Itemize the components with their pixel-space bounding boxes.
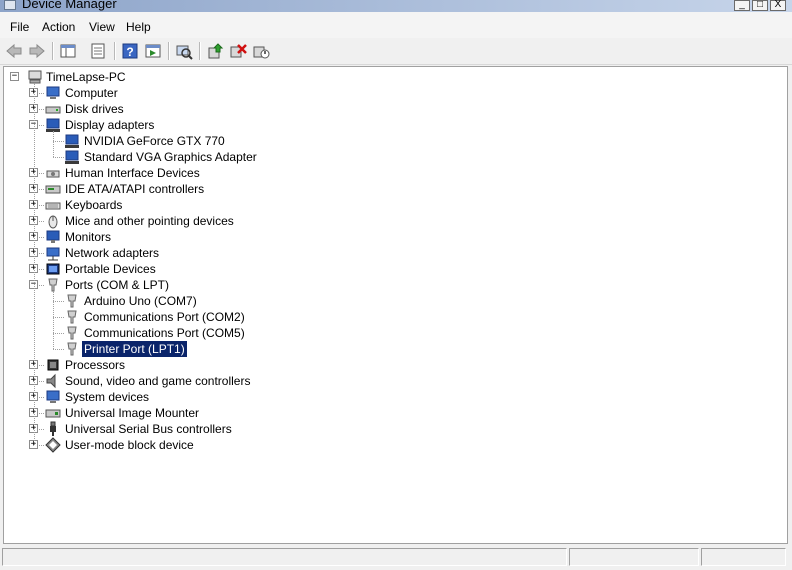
- monitor-icon: [46, 230, 60, 243]
- scan-hardware-icon[interactable]: [175, 42, 193, 60]
- menu-help[interactable]: Help: [126, 20, 151, 34]
- tree-item-label: Universal Serial Bus controllers: [65, 422, 232, 436]
- action-pane-icon[interactable]: [144, 42, 162, 60]
- block-device-icon: [45, 437, 61, 453]
- tree-item-label: Monitors: [65, 230, 112, 244]
- status-pane-main: [2, 548, 567, 566]
- tree-item-label: Computer: [65, 86, 118, 100]
- menu-bar: File Action View Help: [0, 12, 792, 38]
- svg-text:?: ?: [126, 45, 133, 59]
- sound-icon: [46, 373, 56, 389]
- tree-item-label: Keyboards: [65, 198, 123, 212]
- tree-item-label: Processors: [65, 358, 126, 372]
- computer-icon: [46, 86, 60, 99]
- menu-action[interactable]: Action: [42, 20, 75, 34]
- uninstall-icon[interactable]: [229, 42, 247, 60]
- display-child-icon: [65, 134, 79, 148]
- keyboard-icon: [45, 202, 61, 210]
- show-hide-tree-icon[interactable]: [59, 42, 77, 60]
- disable-icon[interactable]: [252, 42, 270, 60]
- help-icon[interactable]: ?: [121, 42, 139, 60]
- tree-item-label: NVIDIA GeForce GTX 770: [84, 134, 225, 148]
- tree-item-label: Disk drives: [65, 102, 124, 116]
- back-icon[interactable]: [5, 42, 23, 60]
- menu-view[interactable]: View: [89, 20, 115, 34]
- processor-icon: [47, 359, 59, 371]
- system-device-icon: [46, 390, 60, 403]
- title-bar: Device Manager _ □ X: [0, 0, 792, 12]
- collapse-toggle[interactable]: −: [10, 72, 19, 81]
- usb-icon: [50, 421, 56, 436]
- device-manager-icon: [4, 0, 16, 10]
- tree-item-label: Communications Port (COM2): [84, 310, 245, 324]
- tree-item-label: Arduino Uno (COM7): [84, 294, 197, 308]
- window-title: Device Manager: [22, 0, 117, 11]
- mouse-icon: [48, 215, 58, 229]
- tree-item-label: Ports (COM & LPT): [65, 278, 170, 292]
- display-child-icon: [65, 150, 79, 164]
- disk-drive-icon: [45, 106, 61, 114]
- device-tree[interactable]: − TimeLapse-PC + Computer + Disk drives − Displ…: [3, 66, 788, 544]
- status-pane-2: [569, 548, 699, 566]
- network-adapter-icon: [46, 247, 60, 261]
- port-child-icon: [67, 310, 77, 324]
- close-button[interactable]: X: [770, 0, 786, 11]
- tree-item-label: Printer Port (LPT1): [82, 341, 187, 357]
- minimize-button[interactable]: _: [734, 0, 750, 11]
- tree-item-label: Portable Devices: [65, 262, 156, 276]
- tree-item-label: Display adapters: [65, 118, 155, 132]
- tree-item-label: Sound, video and game controllers: [65, 374, 251, 388]
- image-mounter-icon: [45, 409, 61, 418]
- toolbar: ?: [0, 38, 792, 65]
- tree-item-label: IDE ATA/ATAPI controllers: [65, 182, 205, 196]
- tree-item-label: Human Interface Devices: [65, 166, 200, 180]
- tree-item-label: Communications Port (COM5): [84, 326, 245, 340]
- menu-file[interactable]: File: [10, 20, 29, 34]
- port-child-icon: [67, 342, 77, 356]
- update-driver-icon[interactable]: [206, 42, 224, 60]
- portable-device-icon: [46, 263, 60, 275]
- forward-icon[interactable]: [28, 42, 46, 60]
- maximize-button[interactable]: □: [752, 0, 768, 11]
- status-pane-3: [701, 548, 786, 566]
- properties-icon[interactable]: [89, 42, 107, 60]
- status-bar: [0, 546, 792, 570]
- port-child-icon: [67, 294, 77, 308]
- tree-item-label: User-mode block device: [65, 438, 194, 452]
- ide-controller-icon: [45, 185, 61, 194]
- tree-item-label: Standard VGA Graphics Adapter: [84, 150, 257, 164]
- hid-icon: [46, 170, 60, 178]
- root-icon: [28, 70, 42, 84]
- tree-item-label: TimeLapse-PC: [46, 70, 126, 84]
- port-child-icon: [67, 326, 77, 340]
- tree-item-label: Universal Image Mounter: [65, 406, 200, 420]
- tree-item-label: System devices: [65, 390, 150, 404]
- tree-item-label: Network adapters: [65, 246, 160, 260]
- tree-item-label: Mice and other pointing devices: [65, 214, 234, 228]
